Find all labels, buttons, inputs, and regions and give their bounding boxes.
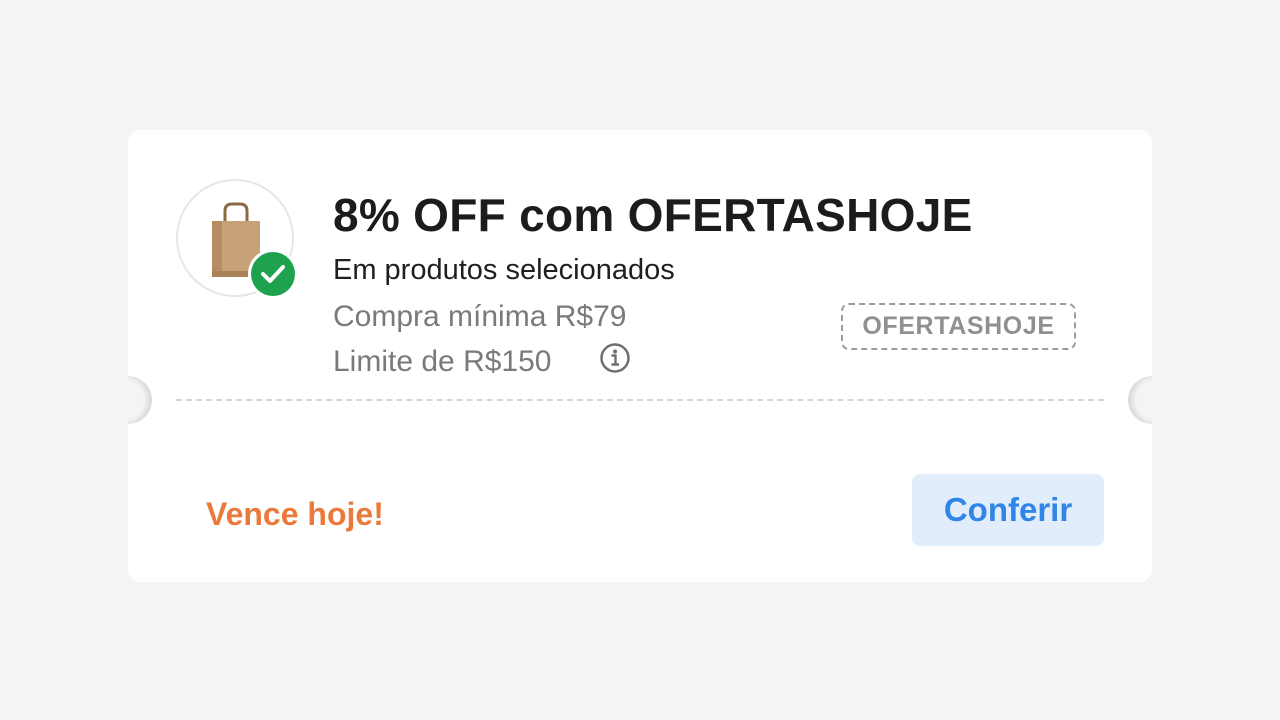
conferir-button[interactable]: Conferir bbox=[912, 474, 1104, 546]
ticket-notch-right-shadow bbox=[1126, 376, 1152, 424]
minimum-purchase: Compra mínima R$79 bbox=[333, 300, 627, 333]
coupon-title: 8% OFF com OFERTASHOJE bbox=[333, 189, 973, 241]
check-icon bbox=[261, 265, 285, 283]
status-badge bbox=[248, 249, 298, 299]
coupon-code-tag: OFERTASHOJE bbox=[841, 303, 1076, 350]
coupon-subtitle: Em produtos selecionados bbox=[333, 254, 675, 286]
expiry-label: Vence hoje! bbox=[206, 496, 384, 532]
ticket-notch-left-shadow bbox=[128, 376, 154, 424]
dashed-divider bbox=[176, 399, 1104, 401]
info-icon[interactable] bbox=[600, 343, 630, 373]
discount-limit: Limite de R$150 bbox=[333, 345, 552, 378]
